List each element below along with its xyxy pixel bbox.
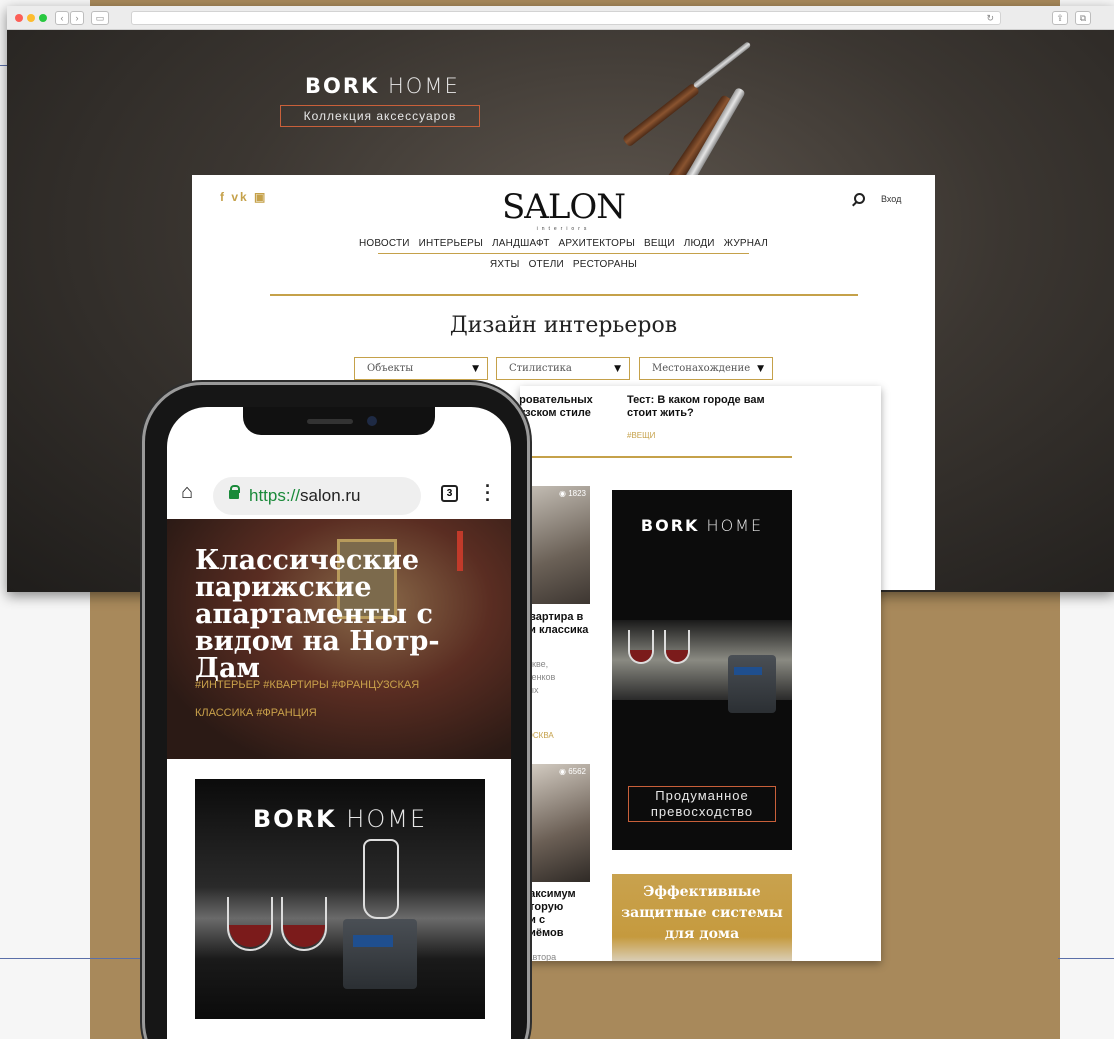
minimize-window-icon[interactable] (27, 14, 35, 22)
home-icon[interactable]: ⌂ (181, 481, 193, 504)
decanter (363, 839, 399, 919)
views-count: ◉ 1823 (559, 489, 586, 498)
lock-icon (229, 485, 240, 499)
divider-line (1058, 958, 1114, 959)
article-title[interactable]: ...аксимум ...торую ...и с ...иёмов (520, 888, 600, 940)
nav-item-yachts[interactable]: ЯХТЫ (490, 259, 520, 270)
salon-page-content: ...ровательных ...узском стиле Тест: В к… (520, 386, 881, 961)
aerator-device (728, 655, 776, 713)
aerator-device (343, 919, 417, 989)
salon-logo-subtitle: interiors (536, 226, 591, 232)
article-title-line: ...узском стиле (520, 407, 591, 419)
article-quiz-title[interactable]: Тест: В каком городе вам стоит жить? (627, 394, 777, 420)
article-title-line: ...вартира в (520, 611, 584, 623)
device-display (734, 667, 762, 675)
filter-location-select[interactable]: Местонахождение ▼ (639, 357, 773, 380)
bork-home-logo: BORK HOME (640, 516, 764, 535)
fork-handle (621, 82, 701, 148)
salon-logo[interactable]: SALON (192, 187, 935, 227)
banner-tagline: Коллекция аксессуаров (280, 105, 480, 127)
sidebar-icon[interactable]: ▭ (91, 11, 109, 25)
share-icon[interactable]: ⇪ (1052, 11, 1068, 25)
ad-line: для дома (664, 926, 740, 942)
filter-style-label: Стилистика (509, 363, 572, 374)
tabs-overview-icon[interactable]: ⧉ (1075, 11, 1091, 25)
ad-slogan: Продуманное превосходство (628, 786, 776, 822)
filter-location-label: Местонахождение (652, 363, 751, 374)
article-title[interactable]: ...вартира в ...и классика (520, 611, 600, 637)
chevron-down-icon: ▼ (472, 364, 479, 374)
search-icon[interactable] (854, 193, 865, 204)
nav-divider (378, 253, 749, 254)
mobile-browser-bar: ⌂ https://salon.ru 3 · · · (167, 469, 511, 519)
filter-objects-select[interactable]: Объекты ▼ (354, 357, 488, 380)
knife-blade (682, 86, 746, 188)
section-divider (520, 456, 792, 458)
nav-item-landscape[interactable]: ЛАНДШАФТ (492, 238, 549, 249)
ad-line: Эффективные (643, 884, 761, 900)
header-divider (270, 294, 858, 296)
secondary-nav: ЯХТЫ ОТЕЛИ РЕСТОРАНЫ (192, 259, 935, 270)
nav-item-magazine[interactable]: ЖУРНАЛ (724, 238, 768, 249)
article-thumbnail[interactable]: ◉ 6562 (520, 764, 590, 882)
main-nav: НОВОСТИ ИНТЕРЬЕРЫ ЛАНДШАФТ АРХИТЕКТОРЫ В… (192, 238, 935, 249)
article-title-line: ...и с (520, 914, 546, 926)
bork-home-logo: BORK HOME (305, 74, 460, 98)
bork-ad-banner[interactable]: BORK HOME Продуманное превосходство (612, 490, 792, 850)
phone-notch (243, 407, 435, 435)
bork-home-logo: BORK HOME (252, 805, 428, 833)
hero-tags-line[interactable]: #ИНТЕРЬЕР #КВАРТИРЫ #ФРАНЦУЗСКАЯ (195, 671, 475, 699)
tab-count-button[interactable]: 3 (441, 485, 458, 502)
nav-item-hotels[interactable]: ОТЕЛИ (529, 259, 564, 270)
nav-item-news[interactable]: НОВОСТИ (359, 238, 410, 249)
filter-objects-label: Объекты (367, 363, 414, 374)
url-host: salon.ru (300, 486, 361, 505)
nav-item-architects[interactable]: АРХИТЕКТОРЫ (559, 238, 636, 249)
login-link[interactable]: Вход (881, 194, 901, 204)
back-icon[interactable]: ‹ (55, 11, 69, 25)
address-bar[interactable]: ↻ (131, 11, 1001, 25)
camera-icon (367, 416, 377, 426)
article-thumbnail[interactable]: ◉ 1823 (520, 486, 590, 604)
article-title-line: ...ровательных (520, 394, 593, 406)
article-title-line: ...аксимум (520, 888, 576, 900)
mobile-hero-title: Классические парижские апартаменты с вид… (195, 545, 440, 684)
article-link[interactable]: ...ровательных ...узском стиле (520, 394, 620, 420)
url-scheme: https:// (249, 486, 301, 505)
security-ad-banner[interactable]: Эффективные защитные системы для дома (612, 874, 792, 961)
divider-line (0, 958, 143, 959)
forward-icon[interactable]: › (70, 11, 84, 25)
chevron-down-icon: ▼ (614, 364, 621, 374)
mobile-hero[interactable]: Классические парижские апартаменты с вид… (167, 519, 511, 759)
nav-item-interiors[interactable]: ИНТЕРЬЕРЫ (419, 238, 483, 249)
speaker-grille (307, 419, 353, 424)
device-display (353, 935, 393, 947)
mobile-bork-ad[interactable]: BORK HOME (195, 779, 485, 1019)
views-count: ◉ 6562 (559, 767, 586, 776)
browser-toolbar: ‹ › ▭ ↻ ⇪ ⧉ (7, 6, 1114, 30)
article-title-line: ...торую (520, 901, 564, 913)
nav-item-people[interactable]: ЛЮДИ (684, 238, 715, 249)
fork-tines (692, 41, 752, 89)
more-menu-icon[interactable]: · · · (485, 477, 491, 509)
article-title-line: ...иёмов (520, 927, 564, 939)
nav-item-restaurants[interactable]: РЕСТОРАНЫ (573, 259, 637, 270)
phone-screen: ⌂ https://salon.ru 3 · · · Классические па… (167, 407, 511, 1039)
chevron-down-icon: ▼ (757, 364, 764, 374)
article-title-line: ...и классика (520, 624, 589, 636)
reload-icon[interactable]: ↻ (986, 12, 994, 24)
maximize-window-icon[interactable] (39, 14, 47, 22)
phone-mockup: ⌂ https://salon.ru 3 · · · Классические па… (142, 382, 530, 1039)
hero-tags-line[interactable]: КЛАССИКА #ФРАНЦИЯ (195, 699, 475, 727)
mobile-hero-tags: #ИНТЕРЬЕР #КВАРТИРЫ #ФРАНЦУЗСКАЯ КЛАССИК… (195, 671, 475, 727)
filter-style-select[interactable]: Стилистика ▼ (496, 357, 630, 380)
page-title: Дизайн интерьеров (449, 313, 678, 338)
article-tag[interactable]: #ВЕЩИ (627, 431, 655, 440)
close-window-icon[interactable] (15, 14, 23, 22)
nav-item-things[interactable]: ВЕЩИ (644, 238, 675, 249)
ad-line: защитные системы (621, 905, 783, 921)
mobile-address-bar[interactable]: https://salon.ru (213, 477, 421, 515)
